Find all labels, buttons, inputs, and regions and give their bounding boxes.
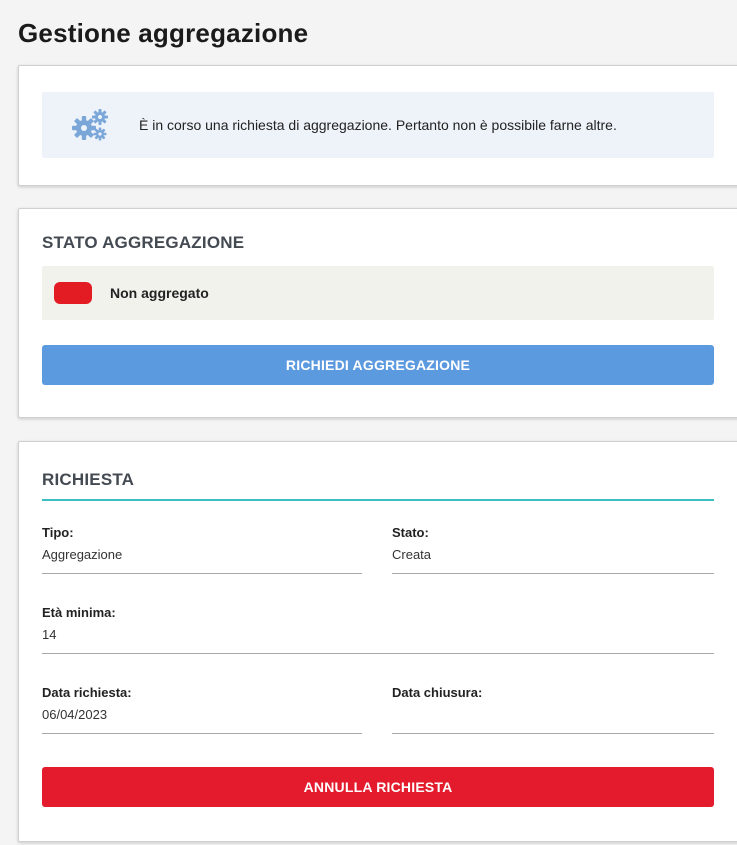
status-box: Non aggregato — [42, 266, 714, 320]
annulla-richiesta-button[interactable]: ANNULLA RICHIESTA — [42, 767, 714, 807]
status-label: Non aggregato — [110, 285, 209, 301]
field-underline — [392, 573, 714, 574]
richiedi-aggregazione-button[interactable]: RICHIEDI AGGREGAZIONE — [42, 345, 714, 385]
info-card: È in corso una richiesta di aggregazione… — [18, 65, 737, 186]
section-title-richiesta: RICHIESTA — [42, 470, 135, 489]
field-label: Data chiusura: — [392, 685, 483, 700]
field-underline — [392, 733, 714, 734]
field-underline — [42, 573, 362, 574]
field-data-chiusura: Data chiusura: — [392, 685, 714, 734]
field-label: Tipo: — [42, 525, 74, 540]
field-data-richiesta: Data richiesta: 06/04/2023 — [42, 685, 362, 734]
section-title-stato: STATO AGGREGAZIONE — [42, 233, 245, 252]
richiesta-card: RICHIESTA Tipo: Aggregazione Stato: Crea… — [18, 441, 737, 842]
field-label: Stato: — [392, 525, 429, 540]
status-indicator — [54, 282, 92, 304]
page-title: Gestione aggregazione — [18, 18, 309, 48]
gears-icon — [72, 109, 108, 141]
field-tipo: Tipo: Aggregazione — [42, 525, 362, 574]
section-divider — [42, 499, 714, 501]
info-banner: È in corso una richiesta di aggregazione… — [42, 92, 714, 158]
field-underline — [42, 733, 362, 734]
field-value: Aggregazione — [42, 547, 123, 562]
field-label: Data richiesta: — [42, 685, 132, 700]
field-value: Creata — [392, 547, 432, 562]
field-eta-minima: Età minima: 14 — [42, 605, 714, 654]
field-underline — [42, 653, 714, 654]
field-stato: Stato: Creata — [392, 525, 714, 574]
info-message: È in corso una richiesta di aggregazione… — [139, 117, 617, 133]
field-value — [392, 707, 714, 723]
field-value: 14 — [42, 627, 57, 642]
stato-aggregazione-card: STATO AGGREGAZIONE Non aggregato RICHIED… — [18, 208, 737, 418]
field-label: Età minima: — [42, 605, 116, 620]
field-value: 06/04/2023 — [42, 707, 108, 722]
